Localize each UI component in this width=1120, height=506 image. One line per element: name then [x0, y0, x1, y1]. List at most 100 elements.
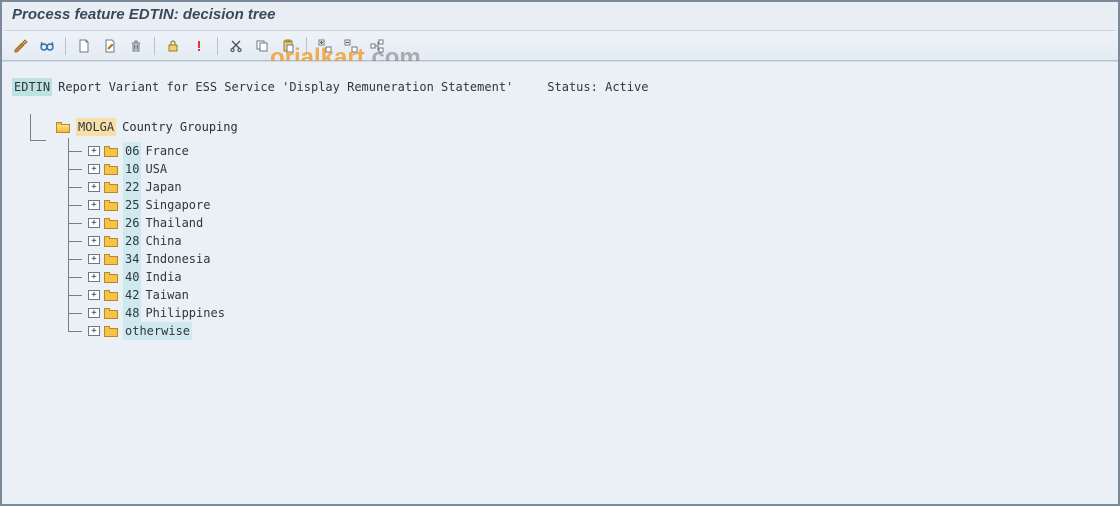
tree-node[interactable]: +48Philippines	[68, 304, 1108, 322]
collapse-all-button[interactable]	[340, 35, 362, 57]
tree-node[interactable]: +22Japan	[68, 178, 1108, 196]
copy-button[interactable]	[251, 35, 273, 57]
expand-icon[interactable]: +	[88, 272, 100, 282]
tree-node[interactable]: +26Thailand	[68, 214, 1108, 232]
trash-icon	[128, 38, 144, 54]
toolbar: orialkart.com	[2, 31, 1118, 61]
expand-all-icon	[317, 38, 333, 54]
tree-node[interactable]: +28China	[68, 232, 1108, 250]
paste-icon	[280, 38, 296, 54]
titlebar: Process feature EDTIN: decision tree	[2, 2, 1118, 30]
folder-icon	[104, 164, 118, 175]
status-label: Status:	[547, 80, 598, 94]
node-code: 22	[123, 178, 141, 196]
folder-icon	[104, 146, 118, 157]
node-code: 25	[123, 196, 141, 214]
delete-button[interactable]	[125, 35, 147, 57]
where-used-icon	[369, 38, 385, 54]
node-label: Indonesia	[145, 250, 210, 268]
node-label: Philippines	[145, 304, 224, 322]
node-code: 40	[123, 268, 141, 286]
tree-group-header[interactable]: MOLGA Country Grouping	[56, 118, 1108, 136]
tree-node[interactable]: +06France	[68, 142, 1108, 160]
node-code: 42	[123, 286, 141, 304]
folder-open-icon	[56, 122, 70, 133]
expand-icon[interactable]: +	[88, 200, 100, 210]
tree-group: MOLGA Country Grouping +06France+10USA+2…	[56, 118, 1108, 340]
glasses-icon	[39, 38, 55, 54]
status: Status: Active	[547, 78, 648, 96]
group-label: Country Grouping	[122, 118, 238, 136]
node-code: 10	[123, 160, 141, 178]
display-button[interactable]	[36, 35, 58, 57]
node-label: Singapore	[145, 196, 210, 214]
app-window: Process feature EDTIN: decision tree	[0, 0, 1120, 506]
folder-icon	[104, 200, 118, 211]
tree-node[interactable]: +10USA	[68, 160, 1108, 178]
toolbar-separator	[154, 37, 155, 55]
node-label: India	[145, 268, 181, 286]
tree-root[interactable]: EDTIN Report Variant for ESS Service 'Di…	[12, 78, 1108, 96]
edit-button[interactable]	[10, 35, 32, 57]
node-label: Thailand	[145, 214, 203, 232]
tree-node[interactable]: +34Indonesia	[68, 250, 1108, 268]
lock-button[interactable]	[162, 35, 184, 57]
where-used-button[interactable]	[366, 35, 388, 57]
cut-button[interactable]	[225, 35, 247, 57]
feature-key: EDTIN	[12, 78, 52, 96]
window-title: Process feature EDTIN: decision tree	[12, 6, 275, 23]
folder-icon	[104, 182, 118, 193]
toolbar-separator	[306, 37, 307, 55]
tree-connector	[30, 114, 31, 140]
info-button[interactable]	[188, 35, 210, 57]
node-label: Taiwan	[145, 286, 188, 304]
folder-icon	[104, 290, 118, 301]
folder-icon	[104, 272, 118, 283]
pencil-icon	[13, 38, 29, 54]
edit-page-icon	[102, 38, 118, 54]
node-code: 28	[123, 232, 141, 250]
tree-node[interactable]: +25Singapore	[68, 196, 1108, 214]
folder-icon	[104, 236, 118, 247]
expand-icon[interactable]: +	[88, 164, 100, 174]
collapse-all-icon	[343, 38, 359, 54]
expand-icon[interactable]: +	[88, 254, 100, 264]
toolbar-separator	[217, 37, 218, 55]
cut-icon	[228, 38, 244, 54]
node-label: USA	[145, 160, 167, 178]
node-code: 34	[123, 250, 141, 268]
folder-icon	[104, 218, 118, 229]
node-label: Japan	[145, 178, 181, 196]
tree-node[interactable]: + otherwise	[68, 322, 1108, 340]
node-label: China	[145, 232, 181, 250]
new-page-icon	[76, 38, 92, 54]
group-key: MOLGA	[76, 118, 116, 136]
decision-tree: EDTIN Report Variant for ESS Service 'Di…	[12, 78, 1108, 340]
expand-icon[interactable]: +	[88, 290, 100, 300]
folder-icon	[104, 254, 118, 265]
create-button[interactable]	[73, 35, 95, 57]
node-code: otherwise	[123, 322, 192, 340]
tree-node[interactable]: +40India	[68, 268, 1108, 286]
expand-all-button[interactable]	[314, 35, 336, 57]
node-code: 06	[123, 142, 141, 160]
expand-icon[interactable]: +	[88, 308, 100, 318]
info-icon	[191, 38, 207, 54]
tree-node[interactable]: +42Taiwan	[68, 286, 1108, 304]
expand-icon[interactable]: +	[88, 218, 100, 228]
expand-icon[interactable]: +	[88, 146, 100, 156]
tree-children: +06France+10USA+22Japan+25Singapore+26Th…	[68, 142, 1108, 340]
paste-button[interactable]	[277, 35, 299, 57]
tree-content: EDTIN Report Variant for ESS Service 'Di…	[2, 61, 1118, 504]
folder-icon	[104, 326, 118, 337]
feature-description: Report Variant for ESS Service 'Display …	[58, 78, 513, 96]
lock-icon	[165, 38, 181, 54]
change-button[interactable]	[99, 35, 121, 57]
toolbar-separator	[65, 37, 66, 55]
expand-icon[interactable]: +	[88, 236, 100, 246]
expand-icon[interactable]: +	[88, 182, 100, 192]
node-code: 48	[123, 304, 141, 322]
expand-icon[interactable]: +	[88, 326, 100, 336]
node-label: France	[145, 142, 188, 160]
folder-icon	[104, 308, 118, 319]
